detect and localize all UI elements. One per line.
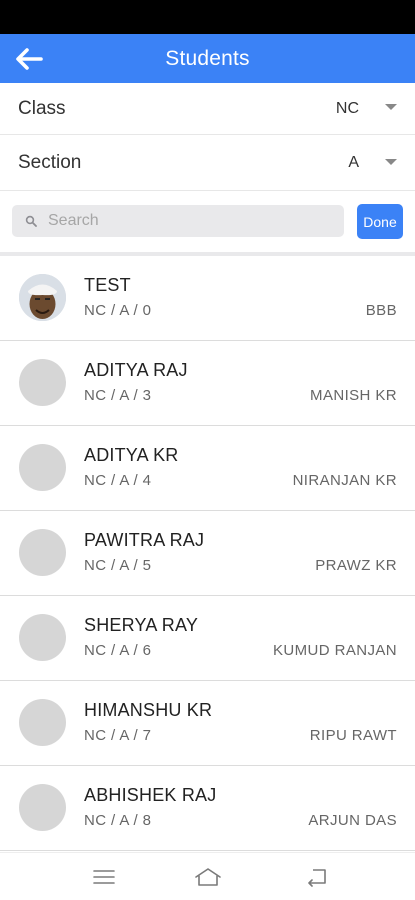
student-row[interactable]: PAWITRA RAJ NC / A / 5 PRAWZ KR [0, 511, 415, 596]
page-title: Students [165, 46, 250, 70]
chevron-down-icon [385, 104, 397, 110]
class-select[interactable]: Class NC [0, 83, 415, 135]
avatar [19, 784, 66, 831]
student-row[interactable]: ADITYA KR NC / A / 4 NIRANJAN KR [0, 426, 415, 511]
student-list: TEST NC / A / 0 BBB ADITYA RAJ NC / A / 3 MAN… [0, 256, 415, 851]
back-arrow-icon[interactable] [14, 46, 44, 72]
avatar [19, 614, 66, 661]
search-field[interactable] [12, 205, 344, 237]
student-name: SHERYA RAY [84, 615, 199, 635]
student-parent-name: RIPU RAWT [309, 727, 397, 744]
student-parent-name: PRAWZ KR [315, 557, 397, 574]
avatar [19, 359, 66, 406]
student-name: HIMANSHU KR [84, 700, 213, 720]
student-name: ABHISHEK RAJ [84, 785, 217, 805]
avatar [19, 699, 66, 746]
student-class-section-roll: NC / A / 8 [84, 812, 152, 829]
avatar [19, 274, 66, 321]
student-class-section-roll: NC / A / 4 [84, 472, 152, 489]
search-icon [24, 214, 38, 228]
section-select[interactable]: Section A [0, 136, 415, 191]
avatar [19, 444, 66, 491]
student-class-section-roll: NC / A / 3 [84, 387, 152, 404]
student-parent-name: NIRANJAN KR [292, 472, 397, 489]
status-bar [0, 0, 415, 34]
student-row[interactable]: SHERYA RAY NC / A / 6 KUMUD RANJAN [0, 596, 415, 681]
student-parent-name: KUMUD RANJAN [273, 642, 397, 659]
student-name: PAWITRA RAJ [84, 530, 205, 550]
class-label: Class [18, 97, 66, 119]
student-class-section-roll: NC / A / 7 [84, 727, 152, 744]
student-row[interactable]: HIMANSHU KR NC / A / 7 RIPU RAWT [0, 681, 415, 766]
app-bar: Students [0, 34, 415, 83]
student-class-section-roll: NC / A / 0 [84, 302, 152, 319]
home-icon[interactable] [188, 863, 228, 891]
search-bar: Done [0, 191, 415, 251]
avatar [19, 529, 66, 576]
back-icon[interactable] [297, 863, 337, 891]
section-label: Section [18, 152, 82, 173]
student-parent-name: ARJUN DAS [308, 812, 397, 829]
student-row[interactable]: TEST NC / A / 0 BBB [0, 256, 415, 341]
student-class-section-roll: NC / A / 5 [84, 557, 152, 574]
class-value: NC [335, 99, 359, 117]
search-input[interactable] [48, 212, 328, 230]
student-row[interactable]: ABHISHEK RAJ NC / A / 8 ARJUN DAS [0, 766, 415, 851]
student-parent-name: MANISH KR [310, 387, 397, 404]
done-button[interactable]: Done [357, 204, 403, 239]
student-row[interactable]: ADITYA RAJ NC / A / 3 MANISH KR [0, 341, 415, 426]
menu-icon[interactable] [84, 863, 124, 891]
student-name: ADITYA RAJ [84, 360, 188, 380]
student-name: TEST [84, 275, 131, 295]
chevron-down-icon [385, 159, 397, 165]
system-nav-bar [0, 852, 415, 900]
student-parent-name: BBB [365, 302, 397, 319]
student-class-section-roll: NC / A / 6 [84, 642, 152, 659]
section-value: A [348, 154, 359, 171]
student-name: ADITYA KR [84, 445, 179, 465]
